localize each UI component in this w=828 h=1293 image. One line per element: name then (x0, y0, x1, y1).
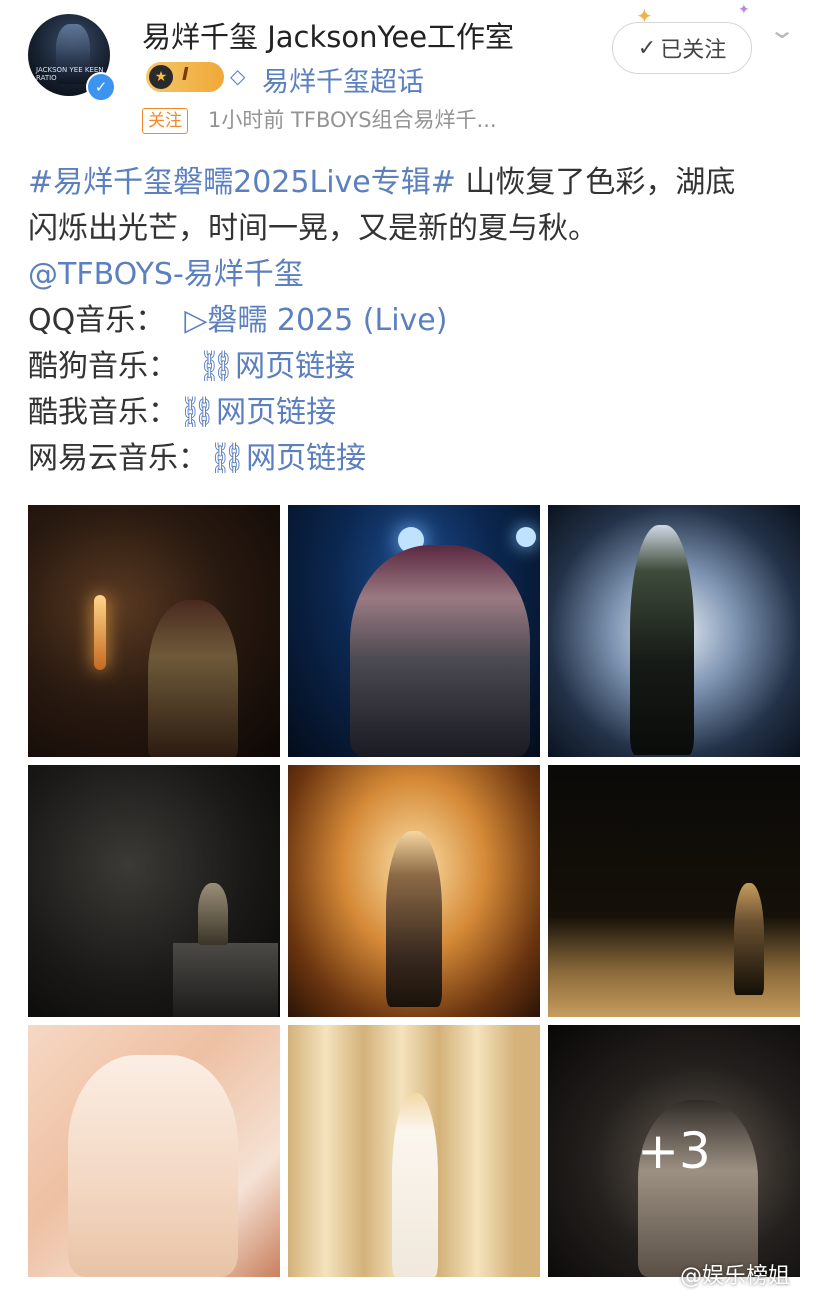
performer-silhouette (198, 883, 228, 945)
crown-icon: ★ (149, 65, 173, 89)
post-line: @TFBOYS-易烊千玺 (28, 252, 808, 298)
photo-2[interactable] (288, 505, 540, 757)
mention-link[interactable]: @TFBOYS-易烊千玺 (28, 257, 304, 292)
qq-music-link[interactable]: ▷磐㽭 2025 (Live) (184, 303, 447, 338)
post-line: 酷狗音乐： ⛓网页链接 (28, 344, 808, 390)
link-icon: ⛓ (197, 349, 236, 384)
photo-5[interactable] (288, 765, 540, 1017)
lamp-light (94, 595, 106, 670)
performer-silhouette (148, 600, 238, 757)
post-line: 酷我音乐：⛓网页链接 (28, 390, 808, 436)
followed-label: 已关注 (660, 38, 727, 63)
verified-check-icon: ✓ (86, 72, 116, 102)
performer-silhouette (350, 545, 530, 757)
photo-6[interactable] (548, 765, 800, 1017)
watermark: @娱乐榜姐 (680, 1264, 791, 1289)
kugou-web-link[interactable]: 网页链接 (235, 349, 355, 384)
performer-silhouette (734, 883, 764, 995)
photo-3[interactable] (548, 505, 800, 757)
stage-light (516, 527, 536, 547)
post-line: 闪烁出光芒，时间一晃，又是新的夏与秋。 (28, 206, 808, 252)
sparkle-icon: ✦ (738, 2, 750, 18)
qq-label: QQ音乐： (28, 303, 166, 338)
performer-hands (68, 1055, 238, 1277)
post-meta: 1小时前 TFBOYS组合易烊千... (208, 108, 497, 132)
kugou-label: 酷狗音乐： (28, 349, 178, 384)
post-text-1: 山恢复了色彩，湖底 (455, 165, 736, 200)
link-icon: ⛓ (178, 395, 217, 430)
follow-tag: 关注 (142, 108, 188, 134)
photo-4[interactable] (28, 765, 280, 1017)
kuwo-web-link[interactable]: 网页链接 (216, 395, 336, 430)
more-photos-count[interactable]: +3 (548, 1025, 800, 1277)
post-line: 网易云音乐：⛓网页链接 (28, 436, 808, 482)
post-line: QQ音乐： ▷磐㽭 2025 (Live) (28, 298, 808, 344)
post-text: #易烊千玺磐㽭2025Live专辑# 山恢复了色彩，湖底 闪烁出光芒，时间一晃，… (28, 160, 808, 482)
photo-8[interactable] (288, 1025, 540, 1277)
member-level: I (182, 64, 189, 85)
post-line: #易烊千玺磐㽭2025Live专辑# 山恢复了色彩，湖底 (28, 160, 808, 206)
check-icon: ✓ (637, 35, 657, 61)
photo-7[interactable] (28, 1025, 280, 1277)
followed-button[interactable]: ✓ 已关注 (612, 22, 752, 74)
member-badge[interactable]: ★ I (146, 62, 224, 92)
performer-silhouette (386, 831, 442, 1007)
netease-web-link[interactable]: 网页链接 (246, 441, 366, 476)
stage-box (173, 943, 278, 1017)
super-topic-link[interactable]: 易烊千玺超话 (262, 60, 424, 99)
performer-silhouette (392, 1093, 438, 1277)
performer-silhouette (630, 525, 694, 755)
diamond-icon: ◇ (230, 64, 246, 88)
link-icon: ⛓ (208, 441, 247, 476)
photo-9[interactable]: +3 (548, 1025, 800, 1277)
username[interactable]: 易烊千玺 JacksonYee工作室 (142, 14, 514, 56)
chevron-down-icon[interactable]: ⌄ (768, 16, 796, 44)
kuwo-label: 酷我音乐： (28, 395, 178, 430)
photo-1[interactable] (28, 505, 280, 757)
hashtag-link[interactable]: #易烊千玺磐㽭2025Live专辑# (28, 165, 456, 200)
post-text-2: 闪烁出光芒，时间一晃，又是新的夏与秋。 (28, 211, 598, 246)
netease-label: 网易云音乐： (28, 441, 208, 476)
